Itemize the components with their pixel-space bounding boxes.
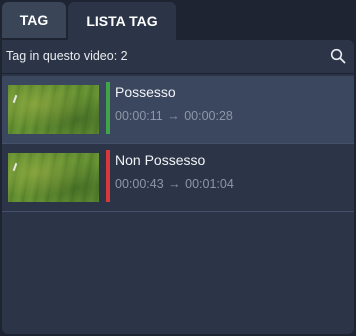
tag-start-time: 00:00:11: [115, 109, 163, 123]
search-icon[interactable]: [330, 48, 346, 64]
player-figure: [12, 94, 18, 104]
tag-color-indicator: [106, 150, 110, 202]
tag-time-range: 00:00:43 → 00:01:04: [115, 177, 234, 191]
tag-color-indicator: [106, 82, 110, 134]
search-bar: Tag in questo video: 2: [2, 40, 354, 74]
tab-lista-tag[interactable]: LISTA TAG: [68, 2, 176, 40]
tab-bar: TAG LISTA TAG: [2, 2, 176, 40]
tag-list-item[interactable]: Possesso 00:00:11 → 00:00:28: [2, 76, 354, 144]
tag-end-time: 00:01:04: [185, 177, 234, 191]
tag-panel-window: TAG LISTA TAG Tag in questo video: 2 Pos…: [0, 0, 356, 336]
tag-time-range: 00:00:11 → 00:00:28: [115, 109, 233, 123]
video-thumbnail: [8, 85, 99, 134]
tag-list-panel: Tag in questo video: 2 Possesso 00:00:11…: [2, 40, 354, 334]
arrow-right-icon: →: [168, 177, 181, 191]
tag-count-label: Tag in questo video: 2: [6, 49, 128, 63]
tag-title: Possesso: [115, 84, 176, 100]
tag-title: Non Possesso: [115, 152, 206, 168]
player-figure: [12, 162, 18, 172]
arrow-right-icon: →: [167, 109, 180, 123]
tag-end-time: 00:00:28: [184, 109, 233, 123]
tag-list: Possesso 00:00:11 → 00:00:28 Non Possess…: [2, 76, 354, 212]
video-thumbnail: [8, 153, 99, 202]
tag-start-time: 00:00:43: [115, 177, 164, 191]
tag-list-item[interactable]: Non Possesso 00:00:43 → 00:01:04: [2, 144, 354, 212]
tab-tag[interactable]: TAG: [2, 2, 66, 38]
